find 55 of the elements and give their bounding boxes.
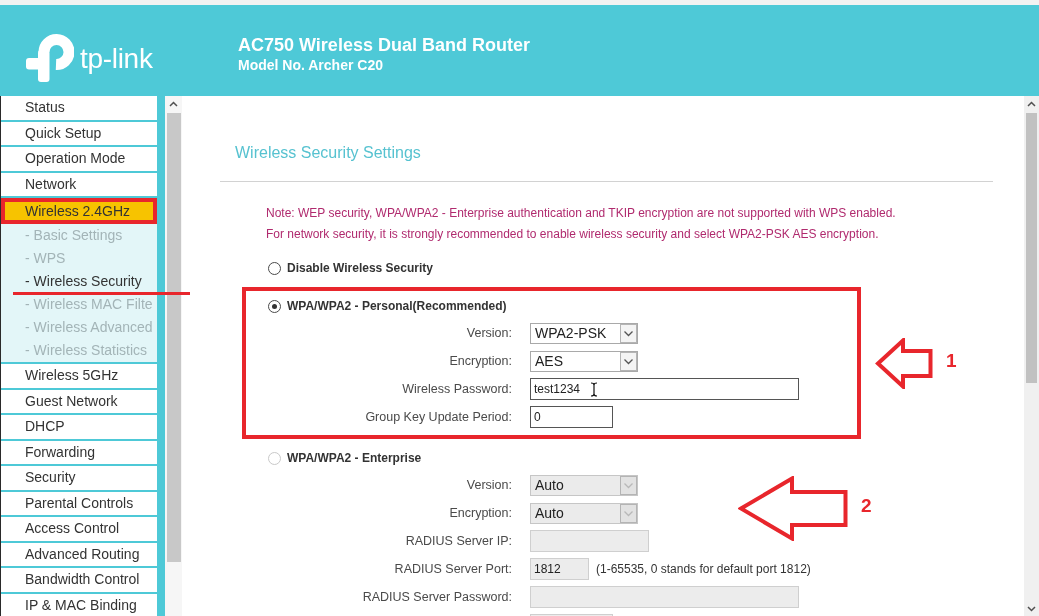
logo-icon <box>26 33 74 82</box>
option-label: WPA/WPA2 - Personal(Recommended) <box>287 299 507 313</box>
field-label: Version: <box>465 326 512 340</box>
page-title: Wireless Security Settings <box>235 143 422 163</box>
sidebar-item[interactable]: Status <box>1 96 157 120</box>
field-label: RADIUS Server Password: <box>361 590 512 604</box>
field-label: Group Key Update Period: <box>364 410 512 424</box>
field-label: RADIUS Server Port: <box>393 562 512 576</box>
sidebar-item[interactable]: Wireless 2.4GHz <box>1 198 157 224</box>
radio-button[interactable] <box>268 261 281 275</box>
model-number: Model No. Archer C20 <box>238 57 384 74</box>
sidebar-item[interactable]: Access Control <box>1 517 157 541</box>
field-label: Encryption: <box>448 506 512 520</box>
scrollbar-thumb[interactable] <box>1026 113 1037 383</box>
sidebar-item[interactable]: IP & MAC Binding <box>1 593 157 616</box>
sidebar-item[interactable]: Quick Setup <box>1 121 157 145</box>
sidebar-item[interactable]: Bandwidth Control <box>1 568 157 592</box>
option-label: WPA/WPA2 - Enterprise <box>287 451 422 465</box>
scrollbar[interactable] <box>165 96 182 616</box>
field-label: Encryption: <box>448 354 512 368</box>
callout-number: 1 <box>946 349 957 372</box>
sidebar-item[interactable]: Security <box>1 466 157 490</box>
warning-note: For network security, it is strongly recommended to enable wireless security and select WPA2-PSK AES encryption. <box>266 226 880 243</box>
sidebar-item[interactable]: Guest Network <box>1 389 157 413</box>
warning-note: Note: WEP security, WPA/WPA2 - Enterprise authentication and TKIP encryption are not supported with WPS enabled. <box>266 205 897 222</box>
chevron-up-icon[interactable] <box>169 101 178 107</box>
sidebar-item[interactable]: Network <box>1 172 157 196</box>
logo-text: tp-link <box>80 43 153 75</box>
chevron-up-icon[interactable] <box>1027 101 1036 107</box>
scrollbar-thumb[interactable] <box>166 113 181 562</box>
scrollbar[interactable] <box>1024 96 1039 616</box>
field-label: RADIUS Server IP: <box>404 534 512 548</box>
field-label: Version: <box>465 478 512 492</box>
field-label: Wireless Password: <box>401 382 512 396</box>
chevron-down-icon[interactable] <box>620 323 637 343</box>
left-arrow-icon <box>875 338 933 389</box>
sidebar-item[interactable]: Advanced Routing <box>1 542 157 566</box>
sidebar-item[interactable]: Parental Controls <box>1 491 157 515</box>
sidebar-item[interactable]: DHCP <box>1 415 157 439</box>
left-arrow-icon <box>738 476 848 541</box>
chevron-down-icon[interactable] <box>1027 606 1036 612</box>
dropdown[interactable]: WPA2-PSK <box>530 322 638 344</box>
chevron-down-icon[interactable] <box>620 351 637 371</box>
sidebar-item[interactable]: Operation Mode <box>1 147 157 171</box>
sidebar-subitem[interactable]: - Wireless Security <box>1 270 157 293</box>
field-hint: (1-65535, 0 stands for default port 1812) <box>596 562 811 576</box>
option-label: Disable Wireless Security <box>287 261 433 275</box>
sidebar-item[interactable]: Forwarding <box>1 440 157 464</box>
radio-button[interactable] <box>268 299 281 313</box>
text-field[interactable]: 0 <box>530 406 613 428</box>
callout-number: 2 <box>861 494 872 517</box>
dropdown[interactable]: AES <box>530 350 638 372</box>
product-title: AC750 Wireless Dual Band Router <box>238 34 530 56</box>
sidebar-item[interactable]: Wireless 5GHz <box>1 364 157 388</box>
text-field[interactable]: test1234 <box>530 378 799 400</box>
